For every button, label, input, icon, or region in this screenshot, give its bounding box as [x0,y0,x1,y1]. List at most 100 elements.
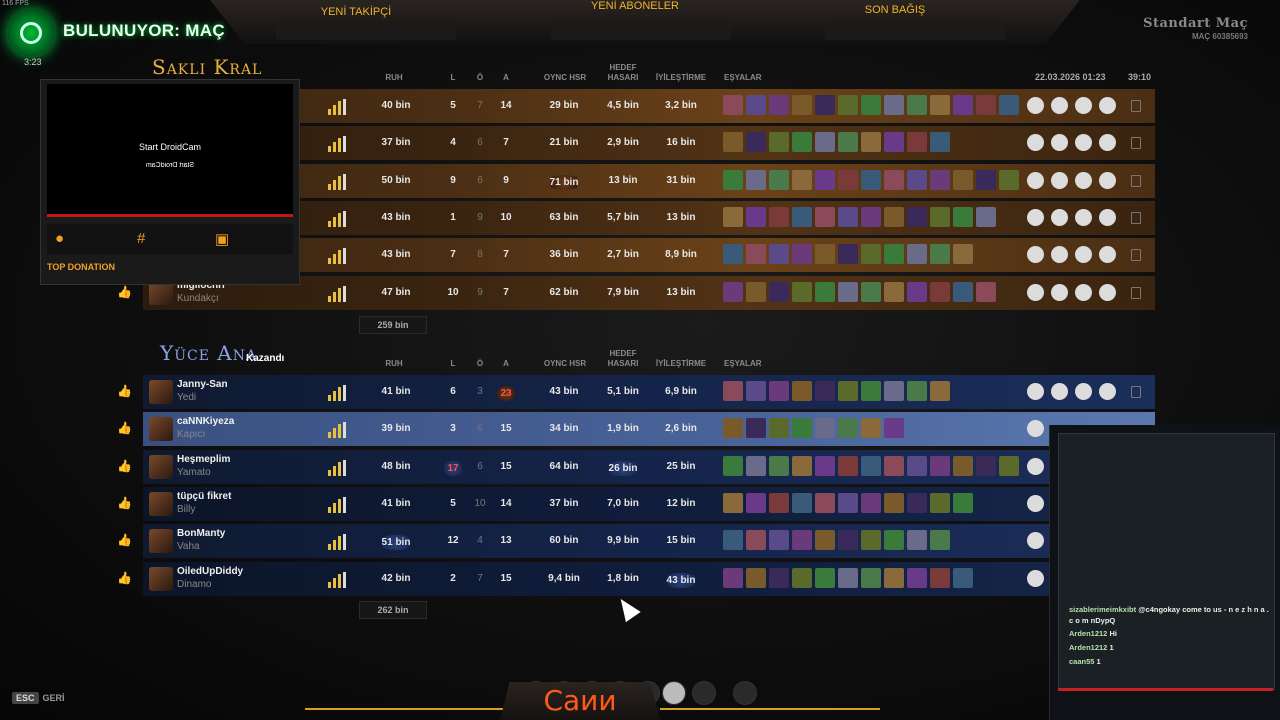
item-icon[interactable] [884,492,904,513]
item-icon[interactable] [815,132,835,153]
item-icon[interactable] [953,244,973,265]
item-icon[interactable] [746,418,766,439]
like-icon[interactable]: 👍 [117,384,132,398]
copy-icon[interactable] [1131,211,1141,224]
ability-icon[interactable] [1051,383,1068,400]
item-icon[interactable] [723,95,743,115]
item-icon[interactable] [769,132,789,153]
item-icon[interactable] [769,95,789,115]
item-icon[interactable] [792,418,812,439]
copy-icon[interactable] [1131,174,1141,187]
ability-icon[interactable] [1075,134,1092,152]
ability-icon[interactable] [1027,383,1044,400]
ability-icon[interactable] [1075,246,1092,264]
item-icon[interactable] [976,95,996,115]
item-icon[interactable] [792,455,812,476]
item-icon[interactable] [884,281,904,302]
item-icon[interactable] [815,530,835,551]
item-icon[interactable] [769,244,789,265]
back-button[interactable]: ESC GERİ [12,692,65,704]
player-name[interactable]: caNNKiyeza [177,416,234,427]
item-icon[interactable] [930,132,950,153]
item-icon[interactable] [792,492,812,513]
ability-icon[interactable] [1099,171,1116,189]
copy-icon[interactable] [1131,286,1141,299]
item-icon[interactable] [907,530,927,551]
ability-icon[interactable] [1051,134,1068,152]
item-icon[interactable] [815,418,835,439]
item-icon[interactable] [861,206,881,227]
item-icon[interactable] [884,169,904,190]
item-icon[interactable] [769,418,789,439]
item-icon[interactable] [746,244,766,265]
item-icon[interactable] [746,567,766,588]
item-icon[interactable] [746,381,766,401]
item-icon[interactable] [792,169,812,190]
item-icon[interactable] [999,95,1019,115]
ability-icon[interactable] [1099,97,1116,114]
player-row[interactable]: 👍 caNNKiyeza Kapıcı 39 bin 3 6 15 34 bin… [117,412,1155,447]
item-icon[interactable] [746,455,766,476]
item-icon[interactable] [769,567,789,588]
ability-icon[interactable] [1027,569,1044,587]
ability-icon[interactable] [1027,171,1044,189]
item-icon[interactable] [746,492,766,513]
item-icon[interactable] [769,530,789,551]
item-icon[interactable] [746,169,766,190]
item-icon[interactable] [723,132,743,153]
item-icon[interactable] [930,169,950,190]
player-name[interactable]: Heşmeplim [177,454,230,465]
item-icon[interactable] [861,530,881,551]
item-icon[interactable] [861,281,881,302]
item-icon[interactable] [861,418,881,439]
item-icon[interactable] [838,95,858,115]
item-icon[interactable] [746,281,766,302]
item-icon[interactable] [999,455,1019,476]
page-dot-active[interactable] [662,681,686,705]
item-icon[interactable] [769,169,789,190]
item-icon[interactable] [838,381,858,401]
item-icon[interactable] [976,455,996,476]
player-name[interactable]: Janny-San [177,379,228,390]
item-icon[interactable] [861,455,881,476]
item-icon[interactable] [838,492,858,513]
item-icon[interactable] [792,206,812,227]
ability-icon[interactable] [1027,457,1044,475]
item-icon[interactable] [930,455,950,476]
item-icon[interactable] [884,95,904,115]
ability-icon[interactable] [1075,283,1092,301]
item-icon[interactable] [838,530,858,551]
item-icon[interactable] [953,206,973,227]
ability-icon[interactable] [1099,283,1116,301]
item-icon[interactable] [907,169,927,190]
item-icon[interactable] [815,169,835,190]
item-icon[interactable] [792,95,812,115]
item-icon[interactable] [953,95,973,115]
item-icon[interactable] [930,567,950,588]
item-icon[interactable] [723,530,743,551]
ability-icon[interactable] [1051,97,1068,114]
item-icon[interactable] [861,244,881,265]
item-icon[interactable] [815,95,835,115]
item-icon[interactable] [792,567,812,588]
ability-icon[interactable] [1075,383,1092,400]
player-row[interactable]: 👍 BonManty Vaha 51 bin 12 4 13 60 bin 9,… [117,524,1155,559]
item-icon[interactable] [746,206,766,227]
copy-icon[interactable] [1131,100,1141,112]
next-arrow-icon[interactable] [733,681,757,705]
item-icon[interactable] [723,244,743,265]
copy-icon[interactable] [1131,137,1141,150]
item-icon[interactable] [769,381,789,401]
item-icon[interactable] [999,169,1019,190]
like-icon[interactable]: 👍 [117,496,132,510]
item-icon[interactable] [723,567,743,588]
item-icon[interactable] [723,281,743,302]
player-row[interactable]: 👍 Janny-San Yedi 41 bin 6 3 23 43 bin 5,… [117,375,1155,409]
item-icon[interactable] [907,244,927,265]
ability-icon[interactable] [1027,208,1044,226]
copy-icon[interactable] [1131,386,1141,398]
item-icon[interactable] [792,132,812,153]
ability-icon[interactable] [1099,208,1116,226]
item-icon[interactable] [907,206,927,227]
item-icon[interactable] [861,132,881,153]
